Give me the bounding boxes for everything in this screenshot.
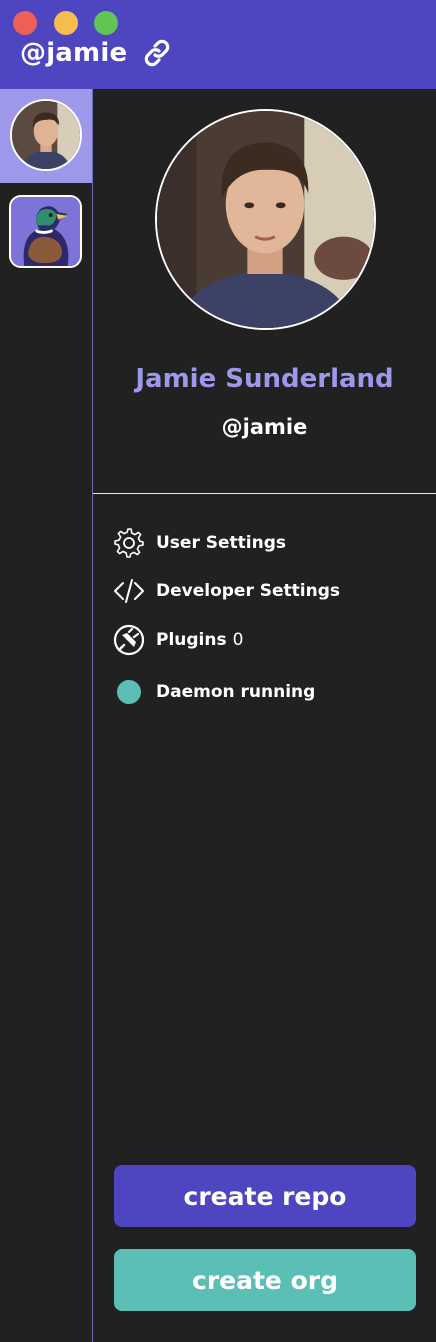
- create-repo-button[interactable]: create repo: [114, 1165, 416, 1227]
- window-title: @jamie: [20, 38, 128, 68]
- divider: [93, 493, 436, 494]
- title-bar: @jamie: [0, 0, 436, 89]
- profile-panel: Jamie Sunderland @jamie User Settings De…: [93, 89, 436, 1342]
- daemon-status: Daemon running: [113, 675, 315, 709]
- code-icon: [113, 574, 147, 608]
- minimize-window-button[interactable]: [54, 11, 78, 35]
- plugins-link[interactable]: Plugins 0: [113, 623, 243, 657]
- user-settings-link[interactable]: User Settings: [113, 526, 286, 560]
- zoom-window-button[interactable]: [94, 11, 118, 35]
- gear-icon: [113, 526, 147, 560]
- user-avatar: [10, 99, 82, 171]
- plug-icon: [113, 623, 147, 657]
- status-dot: [117, 680, 141, 704]
- developer-settings-label: Developer Settings: [156, 581, 341, 601]
- profile-name: Jamie Sunderland: [135, 364, 394, 394]
- link-icon[interactable]: [140, 38, 174, 68]
- sidebar: [0, 89, 93, 1342]
- plugins-count: 0: [232, 630, 244, 650]
- developer-settings-link[interactable]: Developer Settings: [113, 574, 340, 608]
- user-settings-label: User Settings: [156, 533, 286, 553]
- sidebar-item-user[interactable]: [0, 89, 92, 183]
- sidebar-item-org[interactable]: [9, 195, 82, 268]
- profile-avatar: [155, 109, 376, 330]
- plugins-label: Plugins: [156, 630, 227, 650]
- close-window-button[interactable]: [13, 11, 37, 35]
- create-org-button[interactable]: create org: [114, 1249, 416, 1311]
- profile-handle: @jamie: [221, 415, 308, 439]
- duck-org-icon: [11, 197, 80, 266]
- daemon-status-label: Daemon running: [156, 682, 316, 702]
